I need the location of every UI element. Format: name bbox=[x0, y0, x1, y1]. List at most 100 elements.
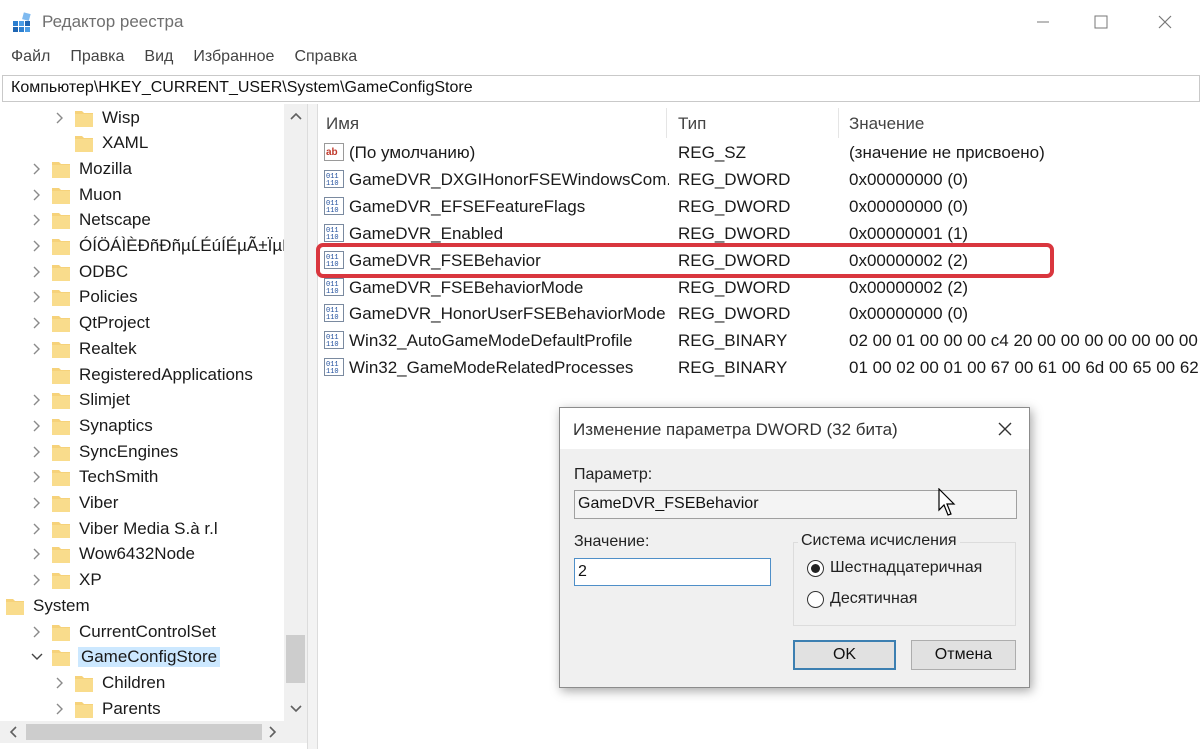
folder-icon bbox=[52, 263, 70, 281]
tree-item[interactable]: Slimjet bbox=[30, 388, 131, 413]
value-data: 0x00000001 (1) bbox=[849, 223, 969, 243]
cancel-button[interactable]: Отмена bbox=[911, 640, 1016, 670]
tree-item-label: Muon bbox=[79, 184, 122, 204]
scroll-up-icon[interactable] bbox=[284, 106, 307, 126]
tree-item[interactable]: Wow6432Node bbox=[30, 542, 196, 567]
chevron-right-icon[interactable] bbox=[30, 419, 44, 433]
tree-item[interactable]: RegisteredApplications bbox=[30, 362, 254, 387]
tree-item[interactable]: Viber Media S.à r.l bbox=[30, 516, 219, 541]
ok-button[interactable]: OK bbox=[793, 640, 896, 670]
tree-item[interactable]: TechSmith bbox=[30, 465, 159, 490]
menu-view[interactable]: Вид bbox=[133, 46, 182, 72]
folder-icon bbox=[6, 597, 24, 615]
scroll-right-icon[interactable] bbox=[262, 721, 284, 743]
chevron-right-icon[interactable] bbox=[30, 188, 44, 202]
chevron-right-icon[interactable] bbox=[30, 547, 44, 561]
tree-item[interactable]: Netscape bbox=[30, 208, 152, 233]
value-row[interactable]: 011 110 Win32_AutoGameModeDefaultProfile RE… bbox=[318, 328, 1200, 354]
chevron-right-icon[interactable] bbox=[30, 573, 44, 587]
tree-item[interactable]: ÓÍÖÁÌÈÐñÐñµĹÉúÍÉµÃ±ÏµŘÖ¦( bbox=[30, 234, 307, 259]
chevron-down-icon[interactable] bbox=[30, 650, 44, 664]
menu-edit[interactable]: Правка bbox=[59, 46, 133, 72]
tree-vertical-scrollbar[interactable] bbox=[284, 104, 307, 721]
tree-item[interactable]: Children bbox=[53, 670, 166, 695]
tree-item[interactable]: XAML bbox=[53, 131, 149, 156]
tree-item[interactable]: System bbox=[6, 593, 91, 618]
tree-item-label: Viber bbox=[79, 493, 119, 512]
chevron-right-icon[interactable] bbox=[30, 342, 44, 356]
value-name: GameDVR_DXGIHonorFSEWindowsCom... bbox=[349, 169, 669, 189]
chevron-right-icon[interactable] bbox=[30, 162, 44, 176]
chevron-right-icon[interactable] bbox=[30, 213, 44, 227]
tree-horizontal-scrollbar[interactable] bbox=[0, 721, 307, 743]
hscroll-thumb[interactable] bbox=[26, 724, 262, 740]
tree-item-label: QtProject bbox=[79, 313, 150, 333]
radio-decimal[interactable]: Десятичная bbox=[807, 590, 917, 608]
value-input[interactable]: 2 bbox=[574, 558, 771, 586]
tree-item-label: TechSmith bbox=[79, 467, 159, 487]
value-row[interactable]: 011 110 GameDVR_HonorUserFSEBehaviorMode RE… bbox=[318, 301, 1200, 327]
tree-item[interactable]: Viber bbox=[30, 491, 119, 516]
pane-splitter[interactable] bbox=[307, 104, 318, 749]
tree-item[interactable]: Parents bbox=[53, 696, 162, 721]
tree-item[interactable]: QtProject bbox=[30, 311, 151, 336]
maximize-button[interactable] bbox=[1070, 0, 1132, 44]
close-button[interactable] bbox=[1134, 0, 1196, 44]
column-header-name[interactable]: Имя bbox=[326, 108, 359, 138]
folder-icon bbox=[52, 340, 70, 358]
value-type: REG_DWORD bbox=[678, 196, 791, 216]
folder-icon bbox=[75, 674, 93, 692]
tree-item[interactable]: Synaptics bbox=[30, 413, 154, 438]
value-row[interactable]: ab (По умолчанию) REG_SZ (значение не присв… bbox=[318, 140, 1200, 166]
tree-item[interactable]: CurrentControlSet bbox=[30, 619, 217, 644]
value-data: 0x00000000 (0) bbox=[849, 169, 969, 189]
tree-item[interactable]: ODBC bbox=[30, 259, 129, 284]
value-name: GameDVR_Enabled bbox=[349, 223, 504, 243]
chevron-right-icon[interactable] bbox=[53, 111, 67, 125]
chevron-right-icon[interactable] bbox=[30, 445, 44, 459]
tree-item[interactable]: XP bbox=[30, 568, 103, 593]
tree-item[interactable]: Muon bbox=[30, 182, 123, 207]
column-header-value[interactable]: Значение bbox=[849, 108, 924, 138]
tree-item[interactable]: GameConfigStore bbox=[30, 645, 221, 670]
chevron-right-icon[interactable] bbox=[53, 676, 67, 690]
chevron-right-icon[interactable] bbox=[30, 265, 44, 279]
menu-help[interactable]: Справка bbox=[283, 46, 366, 72]
chevron-right-icon[interactable] bbox=[30, 316, 44, 330]
tree-item[interactable]: Policies bbox=[30, 285, 139, 310]
tree-item-label: ODBC bbox=[79, 261, 129, 281]
scroll-thumb[interactable] bbox=[286, 635, 305, 683]
column-separator[interactable] bbox=[666, 108, 667, 138]
tree-item[interactable]: Realtek bbox=[30, 336, 138, 361]
chevron-right-icon[interactable] bbox=[30, 393, 44, 407]
tree-item[interactable]: SyncEngines bbox=[30, 439, 179, 464]
chevron-right-icon[interactable] bbox=[30, 239, 44, 253]
chevron-right-icon[interactable] bbox=[30, 522, 44, 536]
tree-item[interactable]: Mozilla bbox=[30, 156, 133, 181]
chevron-right-icon[interactable] bbox=[30, 496, 44, 510]
value-data: 0x00000000 (0) bbox=[849, 304, 969, 324]
menu-favorites[interactable]: Избранное bbox=[182, 46, 283, 72]
value-row[interactable]: 011 110 GameDVR_DXGIHonorFSEWindowsCom... R… bbox=[318, 167, 1200, 193]
binary-value-icon: 011 110 bbox=[324, 169, 344, 188]
radio-hexadecimal[interactable]: Шестнадцатеричная bbox=[807, 559, 982, 577]
value-row[interactable]: 011 110 GameDVR_EFSEFeatureFlags REG_DWORD 0… bbox=[318, 194, 1200, 220]
chevron-right-icon[interactable] bbox=[53, 702, 67, 716]
value-row[interactable]: 011 110 Win32_GameModeRelatedProcesses REG_… bbox=[318, 355, 1200, 381]
chevron-right-icon[interactable] bbox=[30, 625, 44, 639]
column-header-type[interactable]: Тип bbox=[678, 108, 706, 138]
menu-file[interactable]: Файл bbox=[0, 46, 59, 72]
scroll-down-icon[interactable] bbox=[284, 699, 307, 719]
address-bar[interactable]: Компьютер\HKEY_CURRENT_USER\System\GameC… bbox=[2, 75, 1200, 102]
minimize-button[interactable] bbox=[1012, 0, 1074, 44]
value-row[interactable]: 011 110 GameDVR_FSEBehaviorMode REG_DWORD 0x… bbox=[318, 275, 1200, 301]
scroll-left-icon[interactable] bbox=[2, 721, 24, 743]
chevron-right-icon[interactable] bbox=[30, 290, 44, 304]
tree-item-label: RegisteredApplications bbox=[79, 364, 253, 384]
tree-item[interactable]: Wisp bbox=[53, 105, 141, 130]
dialog-close-button[interactable] bbox=[990, 414, 1020, 444]
chevron-right-icon[interactable] bbox=[30, 470, 44, 484]
value-data: 0x00000002 (2) bbox=[849, 277, 969, 297]
column-separator[interactable] bbox=[838, 108, 839, 138]
value-data: 01 00 02 00 01 00 67 00 61 00 6d 00 65 0… bbox=[849, 358, 1200, 378]
